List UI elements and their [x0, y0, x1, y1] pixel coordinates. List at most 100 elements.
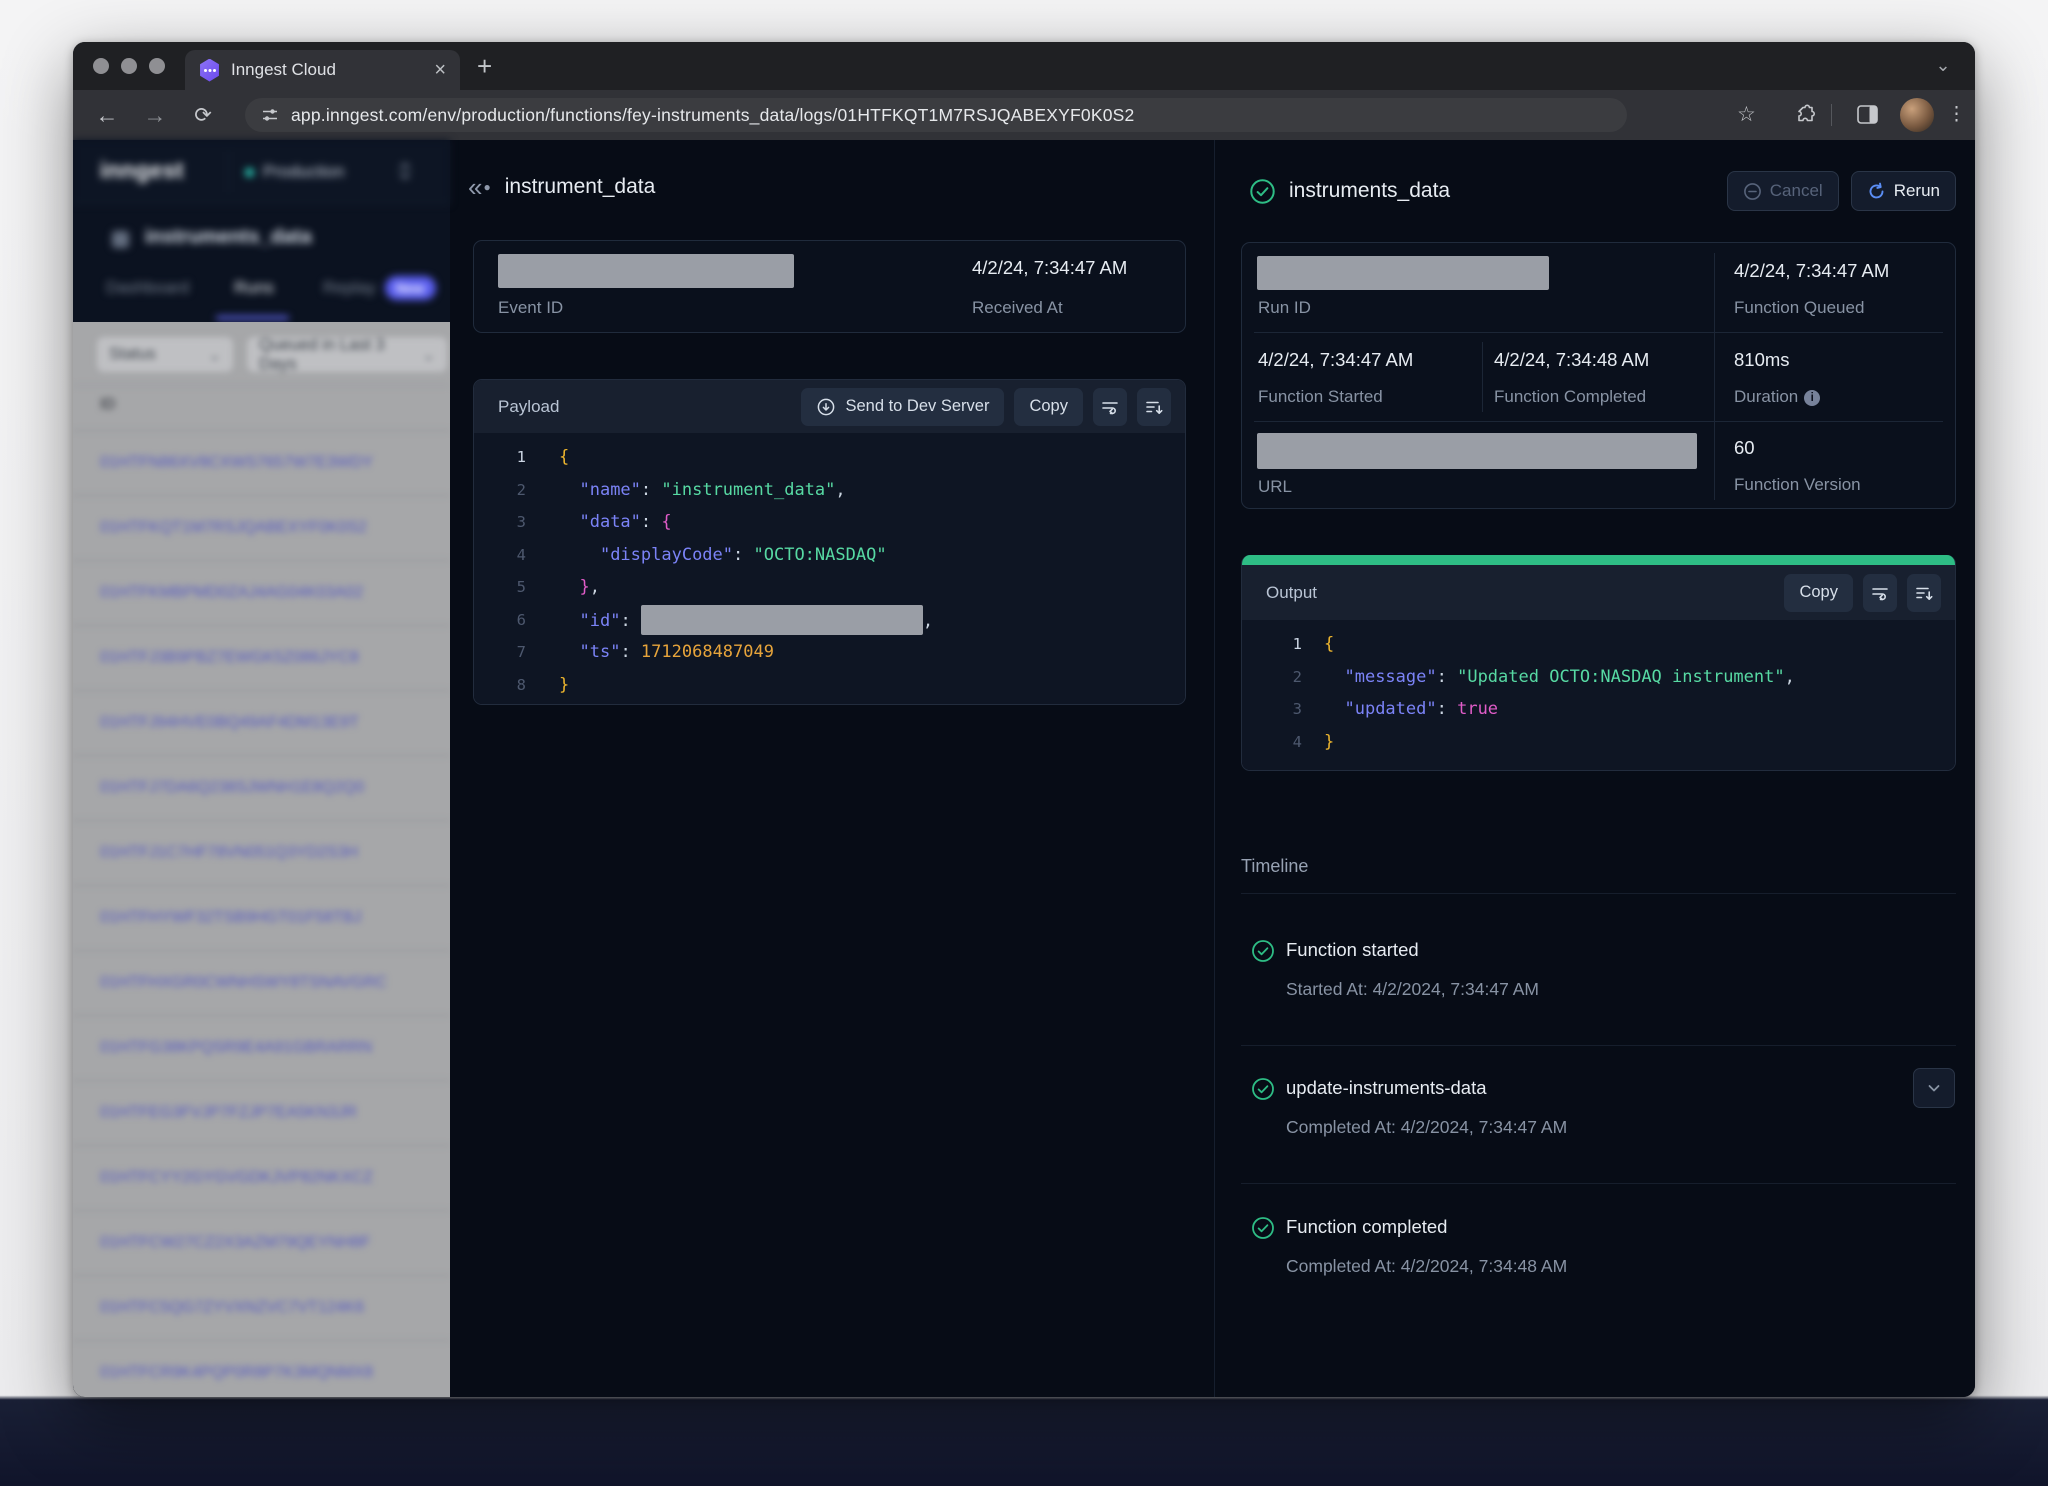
info-icon[interactable]: i	[1804, 390, 1820, 406]
app-header: inngest Production	[73, 140, 450, 204]
output-title: Output	[1266, 583, 1317, 603]
environment-selector[interactable]: Production	[263, 162, 344, 182]
line-number: 1	[1242, 635, 1302, 653]
url-redacted-value	[1257, 433, 1697, 469]
line-number: 3	[474, 513, 526, 531]
step-success-check-icon	[1251, 1216, 1275, 1240]
received-at-value: 4/2/24, 7:34:47 AM	[972, 257, 1127, 279]
function-square-icon	[112, 231, 129, 248]
run-id-item[interactable]: 01HTFJ94HVE0BQ49AF4DM13E9T	[73, 690, 450, 755]
line-number: 3	[1242, 700, 1302, 718]
inngest-logo[interactable]: inngest	[100, 157, 184, 184]
side-panel-icon[interactable]	[1857, 105, 1878, 124]
run-id-item[interactable]: 01HTFCW27CZ2X3AZM79QEYNH8F	[73, 1210, 450, 1275]
run-id-item[interactable]: 01HTFN86XV8CXWS7657W7E3WDY	[73, 430, 450, 495]
lines-down-arrow-icon	[1144, 397, 1164, 417]
word-wrap-toggle-button[interactable]	[1093, 388, 1127, 426]
timeline-item-label[interactable]: Function completed	[1286, 1216, 1447, 1238]
tab-title: Inngest Cloud	[231, 60, 434, 80]
timeline-item-label[interactable]: update-instruments-data	[1286, 1077, 1487, 1099]
back-button[interactable]: ←	[89, 102, 125, 129]
environment-select-chevrons-icon[interactable]	[398, 160, 412, 182]
run-details-card: Run ID 4/2/24, 7:34:47 AM Function Queue…	[1241, 242, 1956, 509]
run-id-item[interactable]: 01HTFHYWF32TSB9HGT01F58TBJ	[73, 885, 450, 950]
event-stream-icon: «●	[468, 174, 491, 200]
url-text: app.inngest.com/env/production/functions…	[291, 105, 1134, 126]
run-id-text: 01HTFHYWF32TSB9HGT01F58TBJ	[100, 909, 361, 927]
timeline-expand-button[interactable]	[1913, 1068, 1955, 1108]
browser-tab[interactable]: Inngest Cloud ×	[185, 50, 460, 90]
time-filter-label: Queued in Last 3 Days	[259, 336, 422, 374]
run-id-text: 01HTFKQT1M7RSJQABEXYF0K0S2	[100, 519, 367, 537]
event-header: «● instrument_data	[468, 174, 655, 200]
window-zoom-button[interactable]	[149, 58, 165, 74]
function-version-value: 60	[1734, 437, 1755, 459]
run-id-item[interactable]: 01HTFHXGR0CWNHSWY8TSNAVGRC	[73, 950, 450, 1015]
reload-button[interactable]: ⟳	[185, 103, 221, 128]
run-id-text: 01HTFJ94HVE0BQ49AF4DM13E9T	[100, 714, 359, 732]
card-divider	[1714, 253, 1715, 500]
time-filter[interactable]: Queued in Last 3 Days ⌄	[247, 337, 447, 372]
tab-close-icon[interactable]: ×	[434, 60, 446, 80]
rerun-button[interactable]: Rerun	[1851, 171, 1956, 211]
run-id-item[interactable]: 01HTFJ7DA6Q238SJWNH1E8Q2Q0	[73, 755, 450, 820]
function-started-label: Function Started	[1258, 387, 1383, 407]
tab-replay[interactable]: Replay	[323, 278, 376, 298]
code-line: 2 "message": "Updated OCTO:NASDAQ instru…	[1242, 661, 1955, 694]
run-id-item[interactable]: 01HTFKQT1M7RSJQABEXYF0K0S2	[73, 495, 450, 560]
output-success-bar	[1242, 555, 1955, 565]
tab-runs[interactable]: Runs	[234, 278, 274, 298]
tab-search-icon[interactable]: ⌄	[1929, 52, 1957, 80]
forward-button[interactable]: →	[137, 102, 173, 129]
id-column-header: ID	[100, 396, 116, 414]
run-id-text: 01HTFC5QG7ZYVXNZVC7VT124K6	[100, 1299, 364, 1317]
timeline-divider	[1241, 893, 1956, 894]
run-id-item[interactable]: 01HTFCR9K4PQP0R8P7K3MQNMX8	[73, 1340, 450, 1397]
extensions-puzzle-icon[interactable]	[1795, 104, 1816, 125]
code-line: 3 "data": {	[474, 506, 1185, 539]
run-id-text: 01HTFCW27CZ2X3AZM79QEYNH8F	[100, 1234, 370, 1252]
line-number: 8	[474, 676, 526, 694]
expand-lines-button[interactable]	[1137, 388, 1171, 426]
send-to-dev-server-button[interactable]: Send to Dev Server	[801, 388, 1004, 426]
status-filter[interactable]: Status ⌄	[97, 337, 233, 372]
run-id-item[interactable]: 01HTFEG3FVJP7FZJP7EA5KN3JR	[73, 1080, 450, 1145]
timeline-item-label[interactable]: Function started	[1286, 939, 1419, 961]
code-line: 4 "displayCode": "OCTO:NASDAQ"	[474, 539, 1185, 572]
browser-menu-icon[interactable]: ⋮	[1947, 103, 1966, 126]
run-id-item[interactable]: 01HTFG38KPQSR9E4A91GBRARRN	[73, 1015, 450, 1080]
download-circle-icon	[816, 397, 836, 417]
line-number: 5	[474, 578, 526, 596]
run-id-text: 01HTFKMBPMD0ZAJ4AG04K03A02	[100, 584, 363, 602]
window-close-button[interactable]	[93, 58, 109, 74]
code-line: 3 "updated": true	[1242, 693, 1955, 726]
profile-avatar[interactable]	[1900, 98, 1934, 132]
cancel-button[interactable]: Cancel	[1727, 171, 1839, 211]
timeline-divider	[1241, 1045, 1956, 1046]
payload-copy-button[interactable]: Copy	[1014, 388, 1083, 426]
new-tab-button[interactable]: +	[477, 51, 492, 82]
window-minimize-button[interactable]	[121, 58, 137, 74]
event-id-card: Event ID 4/2/24, 7:34:47 AM Received At	[473, 240, 1186, 333]
code-line: 4}	[1242, 726, 1955, 759]
address-bar[interactable]: app.inngest.com/env/production/functions…	[245, 98, 1627, 132]
expand-lines-button[interactable]	[1907, 574, 1941, 612]
run-id-item[interactable]: 01HTFJ3B9PBZ7EWGK5Z086JYC8	[73, 625, 450, 690]
inngest-app: inngest Production instruments_data	[73, 140, 1975, 1397]
browser-tab-strip: Inngest Cloud × + ⌄	[73, 42, 1975, 90]
run-id-item[interactable]: 01HTFJ1C7HF78VN051Q3YD2S3H	[73, 820, 450, 885]
word-wrap-toggle-button[interactable]	[1863, 574, 1897, 612]
output-copy-button[interactable]: Copy	[1784, 574, 1853, 612]
tab-dashboard[interactable]: Dashboard	[106, 278, 189, 298]
run-id-item[interactable]: 01HTFKMBPMD0ZAJ4AG04K03A02	[73, 560, 450, 625]
output-card: Output Copy	[1241, 555, 1956, 771]
event-id-redacted-value	[498, 254, 794, 288]
url-label: URL	[1258, 477, 1292, 497]
site-settings-icon[interactable]	[261, 106, 279, 124]
run-id-item[interactable]: 01HTFC5QG7ZYVXNZVC7VT124K6	[73, 1275, 450, 1340]
run-title: instruments_data	[1289, 179, 1450, 203]
run-id-item[interactable]: 01HTFCYY2GYGVGDKJVP82NKXCZ	[73, 1145, 450, 1210]
code-line: 5 },	[474, 571, 1185, 604]
bookmark-star-icon[interactable]: ☆	[1737, 102, 1756, 127]
output-header: Output Copy	[1242, 565, 1955, 620]
